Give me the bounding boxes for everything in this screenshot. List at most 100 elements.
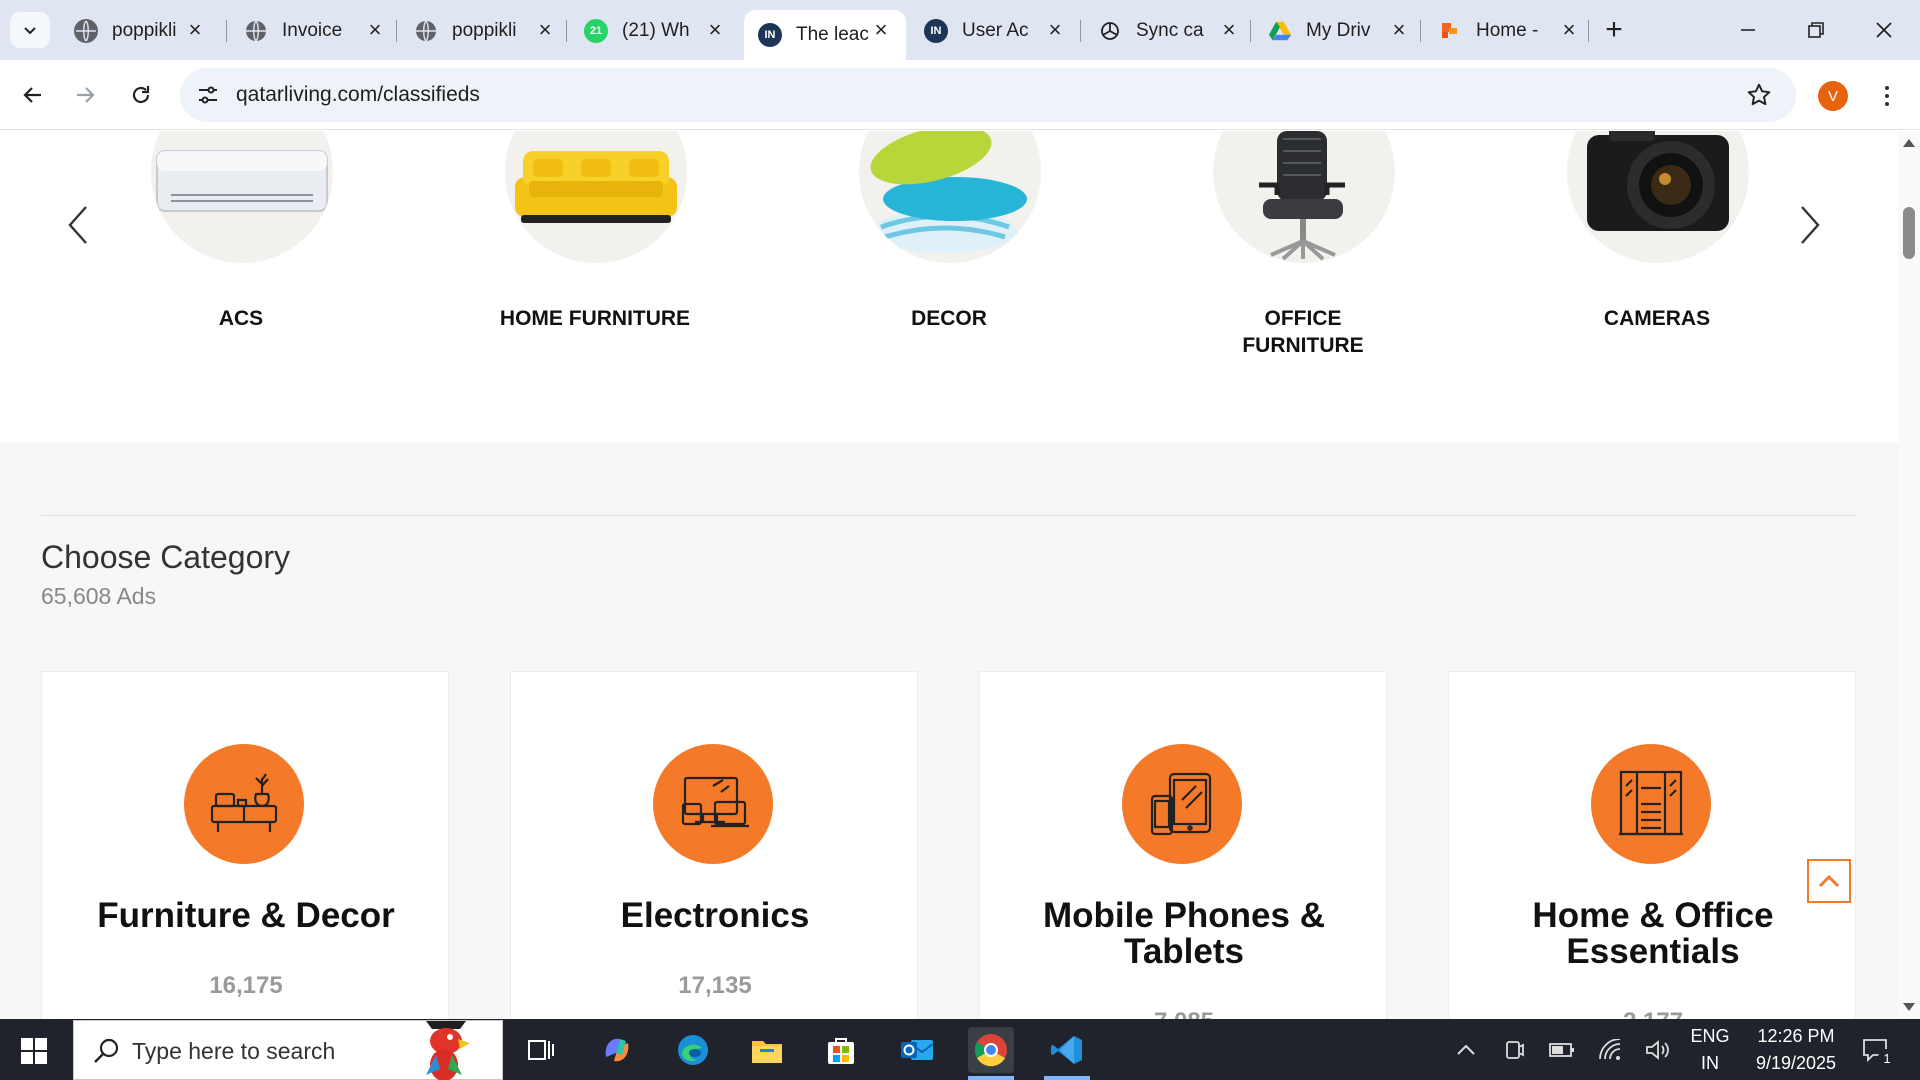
copilot-icon[interactable] <box>594 1027 640 1073</box>
chevron-up-icon[interactable] <box>1452 1037 1480 1063</box>
close-icon[interactable]: × <box>534 17 556 42</box>
tab-label: (21) Wh <box>622 20 690 41</box>
chevron-up-icon <box>1818 874 1840 888</box>
browser-tab[interactable]: Home - × <box>1424 10 1594 52</box>
category-card-furniture-decor[interactable]: Furniture & Decor 16,175 <box>41 671 449 1019</box>
close-icon[interactable]: × <box>1388 17 1410 42</box>
carousel-next-button[interactable] <box>1790 197 1830 253</box>
globe-icon <box>244 19 268 43</box>
close-icon[interactable]: × <box>184 17 206 42</box>
openai-icon <box>1098 19 1122 43</box>
category-card-home-office-essentials[interactable]: Home & Office Essentials 2,177 <box>1448 671 1856 1019</box>
scroll-up-arrow[interactable] <box>1903 139 1915 147</box>
scroll-to-top-button[interactable] <box>1807 859 1851 903</box>
wifi-icon[interactable] <box>1596 1037 1624 1063</box>
chevron-right-icon <box>1801 206 1820 244</box>
carousel-label: OFFICE FURNITURE <box>1242 307 1364 357</box>
search-icon <box>94 1038 119 1063</box>
page-content: ACS HOME FURNITURE DECOR OFFICE FURNITUR… <box>0 131 1898 1019</box>
scrollbar-thumb[interactable] <box>1903 207 1915 259</box>
forward-button[interactable] <box>64 74 106 116</box>
furniture-icon <box>184 744 304 864</box>
battery-icon[interactable] <box>1548 1037 1576 1063</box>
close-icon[interactable]: × <box>704 17 726 42</box>
restore-button[interactable] <box>1788 8 1844 52</box>
microsoft-store-icon[interactable] <box>818 1027 864 1073</box>
browser-tab[interactable]: 21 (21) Wh × <box>570 10 740 52</box>
chevron-left-icon <box>68 206 87 244</box>
tab-search-button[interactable] <box>10 12 50 48</box>
browser-tab[interactable]: poppikli × <box>60 10 220 52</box>
tab-separator <box>566 20 567 42</box>
new-tab-button[interactable]: + <box>1598 13 1630 46</box>
arrow-right-icon <box>77 87 95 103</box>
drive-icon <box>1268 19 1292 43</box>
card-count: 17,135 <box>678 972 752 999</box>
browser-menu-button[interactable] <box>1872 78 1902 114</box>
browser-tab[interactable]: Invoice × <box>230 10 400 52</box>
back-button[interactable] <box>12 74 54 116</box>
volume-icon[interactable] <box>1644 1037 1672 1063</box>
browser-tab-strip: poppikli × Invoice × poppikli × 21 (21) … <box>0 0 1920 60</box>
outlook-icon[interactable] <box>894 1027 940 1073</box>
browser-tab-active[interactable]: IN The leac × <box>744 10 906 60</box>
address-bar[interactable]: qatarliving.com/classifieds <box>180 68 1796 122</box>
reload-button[interactable] <box>120 74 162 116</box>
url-text[interactable]: qatarliving.com/classifieds <box>236 83 480 107</box>
mobile-tablet-icon <box>1122 744 1242 864</box>
close-icon[interactable]: × <box>364 17 386 42</box>
carousel-label: ACS <box>218 307 264 330</box>
carousel-prev-button[interactable] <box>58 197 98 253</box>
notification-center-button[interactable]: 1 <box>1856 1037 1896 1067</box>
close-icon[interactable]: × <box>870 17 892 42</box>
bookmark-star-icon[interactable] <box>1744 80 1774 110</box>
profile-avatar[interactable]: V <box>1818 81 1848 111</box>
tab-label: My Driv <box>1306 20 1371 41</box>
tab-separator <box>1250 20 1251 42</box>
clock-date: 9/19/2025 <box>1755 1053 1837 1073</box>
air-conditioner-image <box>151 131 333 263</box>
taskbar-search-box[interactable]: Type here to search <box>73 1020 503 1080</box>
windows-logo-icon <box>21 1038 47 1064</box>
close-icon[interactable]: × <box>1044 17 1066 42</box>
tab-label: poppikli <box>112 20 177 41</box>
edge-icon[interactable] <box>670 1027 716 1073</box>
tab-separator <box>1420 20 1421 42</box>
clock-time: 12:26 PM <box>1757 1026 1835 1046</box>
tab-label: The leac <box>796 24 869 45</box>
close-window-button[interactable] <box>1856 8 1912 52</box>
category-card-mobile-phones-tablets[interactable]: Mobile Phones & Tablets 7,085 <box>979 671 1387 1019</box>
whatsapp-icon: 21 <box>584 19 608 43</box>
card-count: 16,175 <box>209 972 283 999</box>
language-indicator[interactable]: ENG IN <box>1686 1023 1734 1077</box>
tab-label: User Ac <box>962 20 1029 41</box>
close-icon[interactable]: × <box>1218 17 1240 42</box>
globe-icon <box>414 19 438 43</box>
carousel-label: HOME FURNITURE <box>499 307 691 330</box>
browser-tab[interactable]: Sync ca × <box>1084 10 1254 52</box>
category-carousel: ACS HOME FURNITURE DECOR OFFICE FURNITUR… <box>0 131 1898 443</box>
site-settings-icon[interactable] <box>194 81 222 109</box>
tab-separator <box>226 20 227 42</box>
vscode-icon[interactable] <box>1044 1027 1090 1073</box>
globe-icon <box>74 19 98 43</box>
close-icon[interactable]: × <box>1558 17 1580 42</box>
task-view-icon[interactable] <box>518 1027 564 1073</box>
scroll-down-arrow[interactable] <box>1903 1003 1915 1011</box>
card-title: Mobile Phones & Tablets <box>1043 896 1325 971</box>
tab-label: poppikli <box>452 20 517 41</box>
browser-tab[interactable]: IN User Ac × <box>910 10 1080 52</box>
meet-now-icon[interactable] <box>1500 1037 1528 1063</box>
carousel-label: DECOR <box>911 307 987 330</box>
clock[interactable]: 12:26 PM 9/19/2025 <box>1742 1023 1850 1077</box>
chrome-icon[interactable] <box>968 1027 1014 1073</box>
start-button[interactable] <box>12 1031 56 1071</box>
windows-taskbar: Type here to search ENG IN 12:26 PM 9/19… <box>0 1019 1920 1080</box>
file-explorer-icon[interactable] <box>744 1027 790 1073</box>
orange-logo-icon <box>1438 19 1462 43</box>
browser-tab[interactable]: My Driv × <box>1254 10 1424 52</box>
page-scrollbar[interactable] <box>1898 131 1920 1019</box>
browser-tab[interactable]: poppikli × <box>400 10 570 52</box>
minimize-button[interactable] <box>1720 8 1776 52</box>
category-card-electronics[interactable]: Electronics 17,135 <box>510 671 918 1019</box>
